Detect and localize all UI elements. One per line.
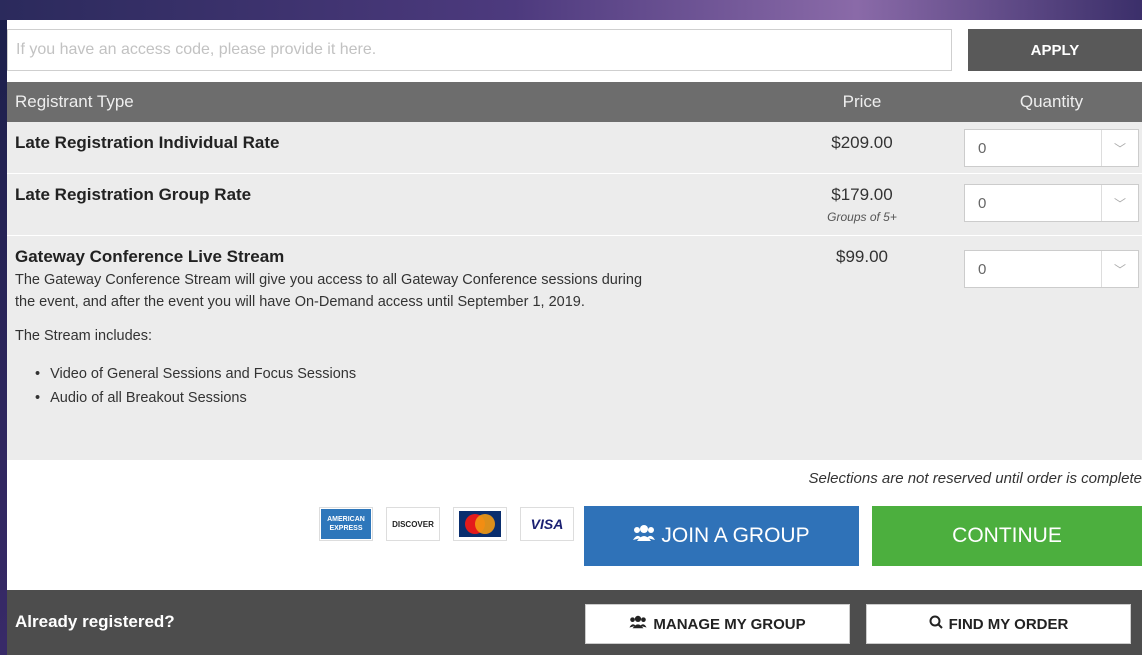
quantity-select[interactable]: 0 ﹀: [964, 184, 1139, 222]
quantity-value: 0: [978, 260, 987, 278]
row-price: $209.00: [831, 133, 893, 152]
amex-card-icon: AMERICAN EXPRESS: [319, 507, 373, 541]
table-row: Late Registration Individual Rate $209.0…: [7, 122, 1142, 174]
amex-text: EXPRESS: [329, 525, 363, 532]
mastercard-card-icon: [453, 507, 507, 541]
quantity-value: 0: [978, 139, 987, 157]
continue-button[interactable]: CONTINUE: [872, 506, 1142, 566]
access-code-input[interactable]: [7, 29, 952, 71]
chevron-down-icon: ﹀: [1113, 196, 1126, 211]
users-icon: [629, 615, 647, 633]
join-group-label: JOIN A GROUP: [661, 524, 810, 547]
find-order-label: FIND MY ORDER: [948, 615, 1069, 633]
header-quantity: Quantity: [1019, 92, 1084, 111]
description-line: The Gateway Conference Stream will give …: [15, 272, 643, 288]
list-item: Audio of all Breakout Sessions: [35, 390, 356, 414]
row-price: $99.00: [836, 247, 888, 266]
quantity-select[interactable]: 0 ﹀: [964, 129, 1139, 167]
search-icon: [929, 615, 943, 633]
join-group-button[interactable]: JOIN A GROUP: [584, 506, 859, 566]
row-price-note: Groups of 5+: [827, 210, 897, 224]
apply-button[interactable]: APPLY: [968, 29, 1142, 71]
selection-note: Selections are not reserved until order …: [808, 470, 1142, 487]
table-row: Gateway Conference Live Stream $99.00 0 …: [7, 236, 1142, 460]
discover-card-icon: DISCOVER: [386, 507, 440, 541]
manage-group-label: MANAGE MY GROUP: [653, 615, 806, 633]
list-item: Video of General Sessions and Focus Sess…: [35, 366, 356, 390]
row-price: $179.00: [831, 185, 893, 204]
already-registered-bar: Already registered? MANAGE MY GROUP FIND…: [7, 590, 1142, 655]
visa-text: VISA: [530, 516, 564, 532]
row-title: Late Registration Group Rate: [15, 185, 252, 204]
row-title: Gateway Conference Live Stream: [15, 247, 285, 266]
manage-group-button[interactable]: MANAGE MY GROUP: [585, 604, 850, 644]
row-title: Late Registration Individual Rate: [15, 133, 280, 152]
header-registrant-type: Registrant Type: [15, 92, 134, 111]
registrant-table-header: Registrant Type Price Quantity: [7, 82, 1142, 122]
quantity-value: 0: [978, 194, 987, 212]
includes-list: Video of General Sessions and Focus Sess…: [27, 366, 356, 414]
registration-panel: APPLY Registrant Type Price Quantity Lat…: [7, 20, 1142, 655]
row-description-intro: The Stream includes:: [15, 328, 153, 344]
visa-card-icon: VISA: [520, 507, 574, 541]
page-background-banner: [0, 0, 1142, 20]
quantity-select[interactable]: 0 ﹀: [964, 250, 1139, 288]
find-order-button[interactable]: FIND MY ORDER: [866, 604, 1131, 644]
payment-card-logos: AMERICAN EXPRESS DISCOVER VISA: [319, 507, 587, 541]
chevron-down-icon: ﹀: [1113, 262, 1126, 277]
description-line: the event, and after the event you will …: [15, 294, 585, 310]
chevron-down-icon: ﹀: [1113, 141, 1126, 156]
amex-text: AMERICAN: [327, 516, 365, 523]
users-icon: [633, 524, 656, 548]
header-price: Price: [842, 92, 882, 111]
table-row: Late Registration Group Rate $179.00 Gro…: [7, 174, 1142, 236]
discover-text: DISCOVER: [392, 519, 434, 529]
row-description: The Gateway Conference Stream will give …: [15, 269, 642, 313]
already-registered-label: Already registered?: [15, 612, 175, 631]
